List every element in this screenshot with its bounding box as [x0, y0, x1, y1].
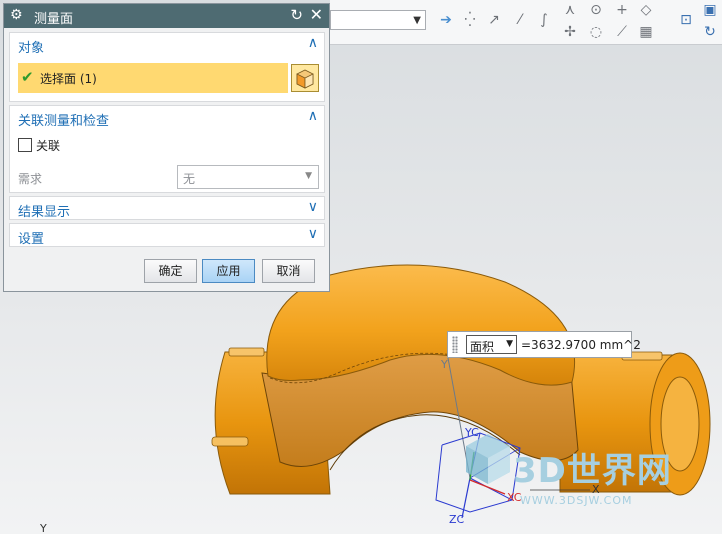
dialog-title: 测量面	[34, 12, 74, 27]
chevron-down-icon: ▼	[305, 171, 312, 181]
measurement-callout: 面积 ▼ =3632.9700 mm^2	[447, 331, 641, 358]
yc-axis-label: YC	[465, 426, 479, 439]
point-on-curve-icon[interactable]: ⟋	[612, 22, 632, 42]
reset-icon[interactable]: ↻	[290, 6, 303, 24]
section-association: 关联测量和检查 ∧ 关联 需求 无 ▼	[9, 105, 325, 193]
cancel-button[interactable]: 取消	[262, 259, 315, 283]
checkmark-icon: ✔	[21, 68, 34, 86]
selected-face-label: 选择面 (1)	[40, 72, 97, 86]
chevron-down-icon: ▼	[506, 339, 513, 349]
view-capture-icon[interactable]: ⊡	[676, 10, 696, 30]
line-icon[interactable]: ⁄	[510, 10, 530, 30]
scatter-points-icon[interactable]: ⁛	[460, 10, 480, 30]
line-arrow-icon[interactable]: ↗	[484, 10, 504, 30]
section-object-label: 对象	[18, 41, 45, 56]
arrow-right-icon[interactable]: ➔	[436, 10, 456, 30]
measure-type-select[interactable]: 面积 ▼	[466, 335, 517, 354]
close-icon[interactable]: ✕	[310, 5, 323, 24]
select-face-button[interactable]	[291, 64, 319, 92]
chevron-down-icon[interactable]: ∨	[308, 226, 318, 242]
section-settings-label: 设置	[18, 232, 45, 247]
zc-axis-label: ZC	[449, 513, 465, 526]
watermark-text: 3D世界网	[513, 451, 672, 491]
drag-handle[interactable]	[452, 336, 458, 353]
requirement-select[interactable]: 无 ▼	[177, 165, 319, 189]
measure-face-dialog: ⚙ 测量面 ↻ ✕ 对象 ∧ ✔ 选择面 (1) 关联测量和检查 ∧ 关联 需求…	[3, 3, 330, 292]
chevron-down-icon[interactable]: ∨	[308, 199, 318, 215]
face-point-icon[interactable]: ◇	[636, 0, 656, 20]
apply-button[interactable]: 应用	[202, 259, 255, 283]
associative-checkbox[interactable]	[18, 138, 32, 152]
section-object: 对象 ∧ ✔ 选择面 (1)	[9, 32, 325, 102]
associative-checkbox-label: 关联	[36, 139, 61, 153]
dialog-title-bar[interactable]: ⚙ 测量面 ↻ ✕	[4, 4, 329, 28]
section-result-display-header[interactable]: 结果显示 ∨	[10, 197, 324, 221]
section-object-header[interactable]: 对象 ∧	[10, 33, 324, 57]
y-axis-label: Y	[441, 358, 448, 371]
grid-point-icon[interactable]: ▦	[636, 22, 656, 42]
chevron-up-icon[interactable]: ∧	[308, 108, 318, 124]
face-cube-icon	[296, 69, 314, 89]
intersection-point-icon[interactable]: ✢	[560, 22, 580, 42]
section-settings-header[interactable]: 设置 ∨	[10, 224, 324, 248]
selection-filter-select[interactable]: ▼	[330, 10, 426, 30]
abs-y-axis-label: Y	[40, 522, 47, 535]
control-point-icon[interactable]: ⋏	[560, 0, 580, 20]
curve-icon[interactable]: ∫	[534, 10, 554, 30]
requirement-label: 需求	[18, 172, 43, 186]
existing-point-icon[interactable]: +	[612, 0, 632, 20]
center-point-icon[interactable]: ⊙	[586, 0, 606, 20]
requirement-value: 无	[183, 172, 196, 186]
measurement-result: =3632.9700 mm^2	[521, 338, 641, 352]
top-toolbar: ▼ ➔ ⁛ ↗ ⁄ ∫ ⋏ ✢ ⊙ ◌ + ⟋ ◇ ▦ ⊡ ▣ ↻	[330, 0, 722, 45]
section-association-label: 关联测量和检查	[18, 114, 110, 129]
watermark-url: WWW.3DSJW.COM	[520, 494, 633, 507]
refresh-icon[interactable]: ↻	[700, 22, 720, 42]
measure-type-value: 面积	[470, 340, 495, 354]
chevron-down-icon: ▼	[413, 15, 421, 26]
gear-icon[interactable]: ⚙	[10, 7, 23, 23]
screen-capture-icon[interactable]: ▣	[700, 0, 720, 20]
section-result-display[interactable]: 结果显示 ∨	[9, 196, 325, 220]
selected-face-row[interactable]: ✔ 选择面 (1)	[18, 63, 288, 93]
quadrant-point-icon[interactable]: ◌	[586, 22, 606, 42]
chevron-up-icon[interactable]: ∧	[308, 35, 318, 51]
section-result-display-label: 结果显示	[18, 205, 71, 220]
section-association-header[interactable]: 关联测量和检查 ∧	[10, 106, 324, 130]
section-settings[interactable]: 设置 ∨	[9, 223, 325, 247]
ok-button[interactable]: 确定	[144, 259, 197, 283]
